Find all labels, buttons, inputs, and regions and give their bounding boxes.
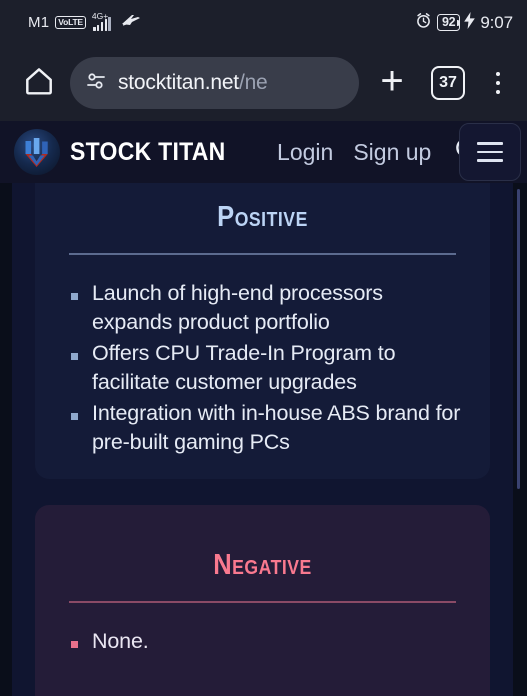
browser-overflow-menu-button[interactable]	[481, 71, 515, 95]
url-host: stocktitan.net	[118, 71, 239, 94]
positive-card-divider	[69, 253, 456, 255]
negative-card-title: Negative	[213, 549, 312, 581]
site-settings-icon[interactable]	[84, 69, 108, 98]
hamburger-bar-bottom	[477, 159, 503, 162]
signup-link[interactable]: Sign up	[353, 139, 431, 166]
list-item: None.	[71, 627, 464, 656]
site-header: STOCK TITAN Login Sign up	[0, 121, 527, 183]
stock-titan-logo-icon[interactable]	[14, 129, 60, 175]
hamburger-bar-middle	[477, 150, 503, 154]
url-text[interactable]: stocktitan.net/ne	[118, 71, 268, 95]
article-container: Positive Launch of high-end processors e…	[12, 183, 513, 696]
signal-bars-icon: 4G+	[91, 11, 112, 31]
hamburger-menu-icon	[477, 142, 503, 145]
browser-toolbar: stocktitan.net/ne + 37	[0, 45, 527, 121]
negative-bullet-list: None.	[61, 627, 464, 656]
scrollbar-thumb[interactable]	[517, 189, 520, 489]
list-item-text: Launch of high-end processors expands pr…	[92, 280, 383, 334]
page-content-area: Positive Launch of high-end processors e…	[0, 183, 527, 696]
positive-highlights-card: Positive Launch of high-end processors e…	[35, 183, 490, 479]
negative-highlights-card: Negative None.	[35, 505, 490, 696]
positive-bullet-list: Launch of high-end processors expands pr…	[61, 279, 464, 457]
list-item-text: Offers CPU Trade-In Program to facilitat…	[92, 340, 396, 394]
plane-icon	[121, 13, 141, 32]
alarm-clock-icon	[415, 12, 432, 34]
status-bar-left: M1 VoLTE 4G+	[28, 11, 141, 32]
status-bar-right: 92 9:07	[415, 11, 513, 34]
login-link[interactable]: Login	[277, 139, 333, 166]
carrier-label: M1	[28, 14, 50, 31]
hamburger-menu-button[interactable]	[459, 123, 521, 181]
tab-count-label: 37	[439, 74, 457, 91]
page-scrollbar[interactable]	[517, 183, 520, 696]
home-button[interactable]	[18, 65, 60, 102]
list-item-text: None.	[92, 628, 149, 653]
charging-bolt-icon	[464, 11, 476, 34]
url-path: /ne	[238, 71, 268, 94]
url-bar[interactable]: stocktitan.net/ne	[70, 57, 359, 109]
list-item-text: Integration with in-house ABS brand for …	[92, 400, 461, 454]
new-tab-button[interactable]: +	[369, 61, 415, 106]
list-item: Launch of high-end processors expands pr…	[71, 279, 464, 337]
clock-label: 9:07	[480, 12, 513, 32]
home-icon	[23, 65, 55, 102]
positive-card-title: Positive	[217, 201, 308, 233]
system-status-bar: M1 VoLTE 4G+ 92 9:07	[0, 0, 527, 45]
bullet-square-icon	[71, 640, 78, 648]
bullet-square-icon	[71, 292, 78, 300]
brand-name[interactable]: STOCK TITAN	[70, 138, 226, 167]
list-item: Offers CPU Trade-In Program to facilitat…	[71, 339, 464, 397]
battery-indicator: 92	[437, 13, 461, 32]
bullet-square-icon	[71, 352, 78, 360]
volte-badge: VoLTE	[55, 16, 86, 29]
tab-switcher-button[interactable]: 37	[431, 66, 465, 100]
battery-terminal	[457, 19, 460, 26]
bullet-square-icon	[71, 412, 78, 420]
network-type-label: 4G+	[91, 11, 109, 21]
negative-card-divider	[69, 601, 456, 603]
list-item: Integration with in-house ABS brand for …	[71, 399, 464, 457]
